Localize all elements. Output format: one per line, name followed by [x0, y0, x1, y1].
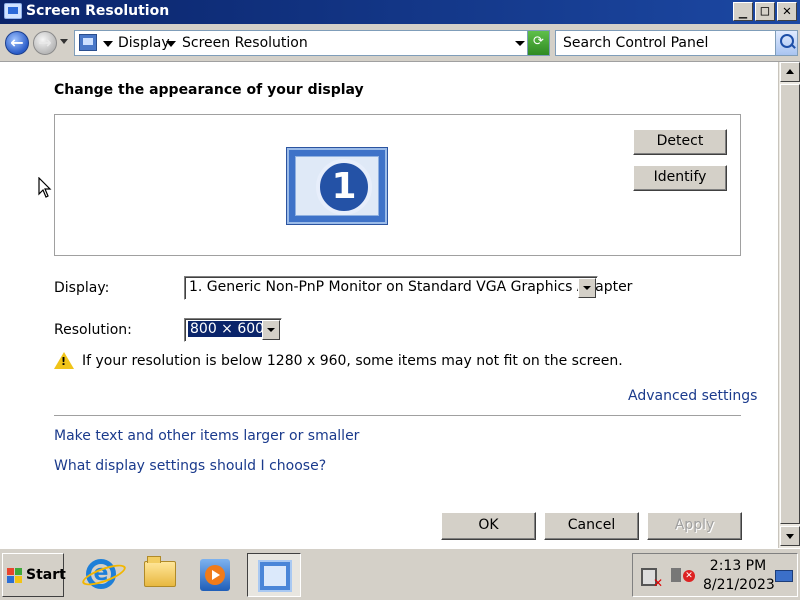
section-divider [54, 415, 741, 416]
advanced-settings-link[interactable]: Advanced settings [628, 388, 757, 404]
scroll-up-button[interactable] [780, 62, 800, 82]
maximize-button[interactable]: □ [755, 2, 775, 21]
window-title: Screen Resolution [26, 3, 170, 19]
chevron-down-icon[interactable] [262, 320, 280, 340]
warning-icon: ! [54, 352, 74, 369]
display-settings-icon [258, 560, 292, 592]
display-settings-help-link[interactable]: What display settings should I choose? [54, 458, 326, 474]
resolution-select[interactable]: 800 × 600 [184, 318, 282, 342]
minimize-button[interactable]: _ [733, 2, 753, 21]
display-select-value: 1. Generic Non-PnP Monitor on Standard V… [189, 279, 633, 295]
ok-button[interactable]: OK [441, 512, 536, 540]
notification-area: ✕ ✕ 2:13 PM 8/21/2023 [632, 553, 798, 597]
media-player-taskbar-button[interactable] [188, 553, 242, 597]
chevron-down-icon[interactable] [578, 278, 596, 298]
breadcrumb[interactable]: Display Screen Resolution ⟳ [74, 30, 550, 56]
recent-pages-dropdown-icon[interactable] [60, 39, 68, 44]
cancel-button[interactable]: Cancel [544, 512, 639, 540]
vertical-scrollbar[interactable] [778, 62, 800, 548]
title-bar: Screen Resolution _ □ ✕ [0, 0, 800, 24]
search-box [555, 30, 798, 56]
address-bar: ← → Display Screen Resolution ⟳ [0, 24, 800, 62]
back-button[interactable]: ← [5, 31, 29, 55]
clock[interactable]: 2:13 PM 8/21/2023 [703, 557, 775, 595]
scroll-down-button[interactable] [780, 526, 800, 546]
search-icon[interactable] [775, 31, 797, 55]
start-label: Start [26, 567, 66, 583]
start-button[interactable]: Start [2, 553, 66, 597]
page-title: Change the appearance of your display [54, 82, 364, 98]
windows-logo-icon [7, 568, 23, 584]
chevron-down-icon[interactable] [103, 41, 113, 47]
display-preview-panel: 1 Detect Identify [54, 114, 741, 256]
display-label: Display: [54, 280, 110, 296]
file-explorer-taskbar-button[interactable] [132, 553, 186, 597]
screen-resolution-app-icon [4, 3, 22, 19]
forward-arrow-icon: → [38, 33, 52, 52]
monitor-screen: 1 [295, 156, 379, 216]
address-history-dropdown-icon[interactable] [515, 41, 525, 46]
folder-icon [144, 556, 176, 587]
screen-resolution-taskbar-button[interactable] [247, 553, 301, 597]
control-panel-icon [79, 34, 97, 51]
monitor-1-icon[interactable]: 1 [287, 148, 387, 224]
volume-muted-icon[interactable]: ✕ [671, 568, 695, 582]
detect-button[interactable]: Detect [633, 129, 727, 155]
show-desktop-icon[interactable] [775, 570, 793, 582]
breadcrumb-screen-resolution[interactable]: Screen Resolution [182, 35, 308, 51]
apply-button[interactable]: Apply [647, 512, 742, 540]
back-arrow-icon: ← [10, 33, 24, 52]
taskbar: Start e ✕ ✕ 2:13 PM 8/21/2023 [0, 548, 800, 600]
text-size-link[interactable]: Make text and other items larger or smal… [54, 428, 359, 444]
chevron-down-icon[interactable] [166, 41, 176, 47]
media-player-icon [200, 559, 230, 591]
refresh-button[interactable]: ⟳ [527, 31, 549, 55]
main-content: Change the appearance of your display 1 … [0, 62, 778, 548]
scrollbar-thumb[interactable] [780, 84, 800, 524]
clock-time: 2:13 PM [709, 558, 767, 574]
network-disconnected-icon[interactable]: ✕ [641, 568, 663, 590]
monitor-number: 1 [316, 159, 372, 215]
internet-explorer-taskbar-button[interactable]: e [74, 553, 128, 597]
identify-button[interactable]: Identify [633, 165, 727, 191]
close-button[interactable]: ✕ [777, 2, 797, 21]
internet-explorer-icon: e [86, 559, 116, 589]
clock-date: 8/21/2023 [703, 577, 775, 593]
breadcrumb-display[interactable]: Display [118, 35, 170, 51]
search-input[interactable] [556, 31, 774, 55]
resolution-label: Resolution: [54, 322, 132, 338]
resolution-select-value: 800 × 600 [188, 321, 267, 337]
forward-button[interactable]: → [33, 31, 57, 55]
resolution-warning-text: If your resolution is below 1280 x 960, … [82, 353, 623, 369]
display-select[interactable]: 1. Generic Non-PnP Monitor on Standard V… [184, 276, 632, 300]
